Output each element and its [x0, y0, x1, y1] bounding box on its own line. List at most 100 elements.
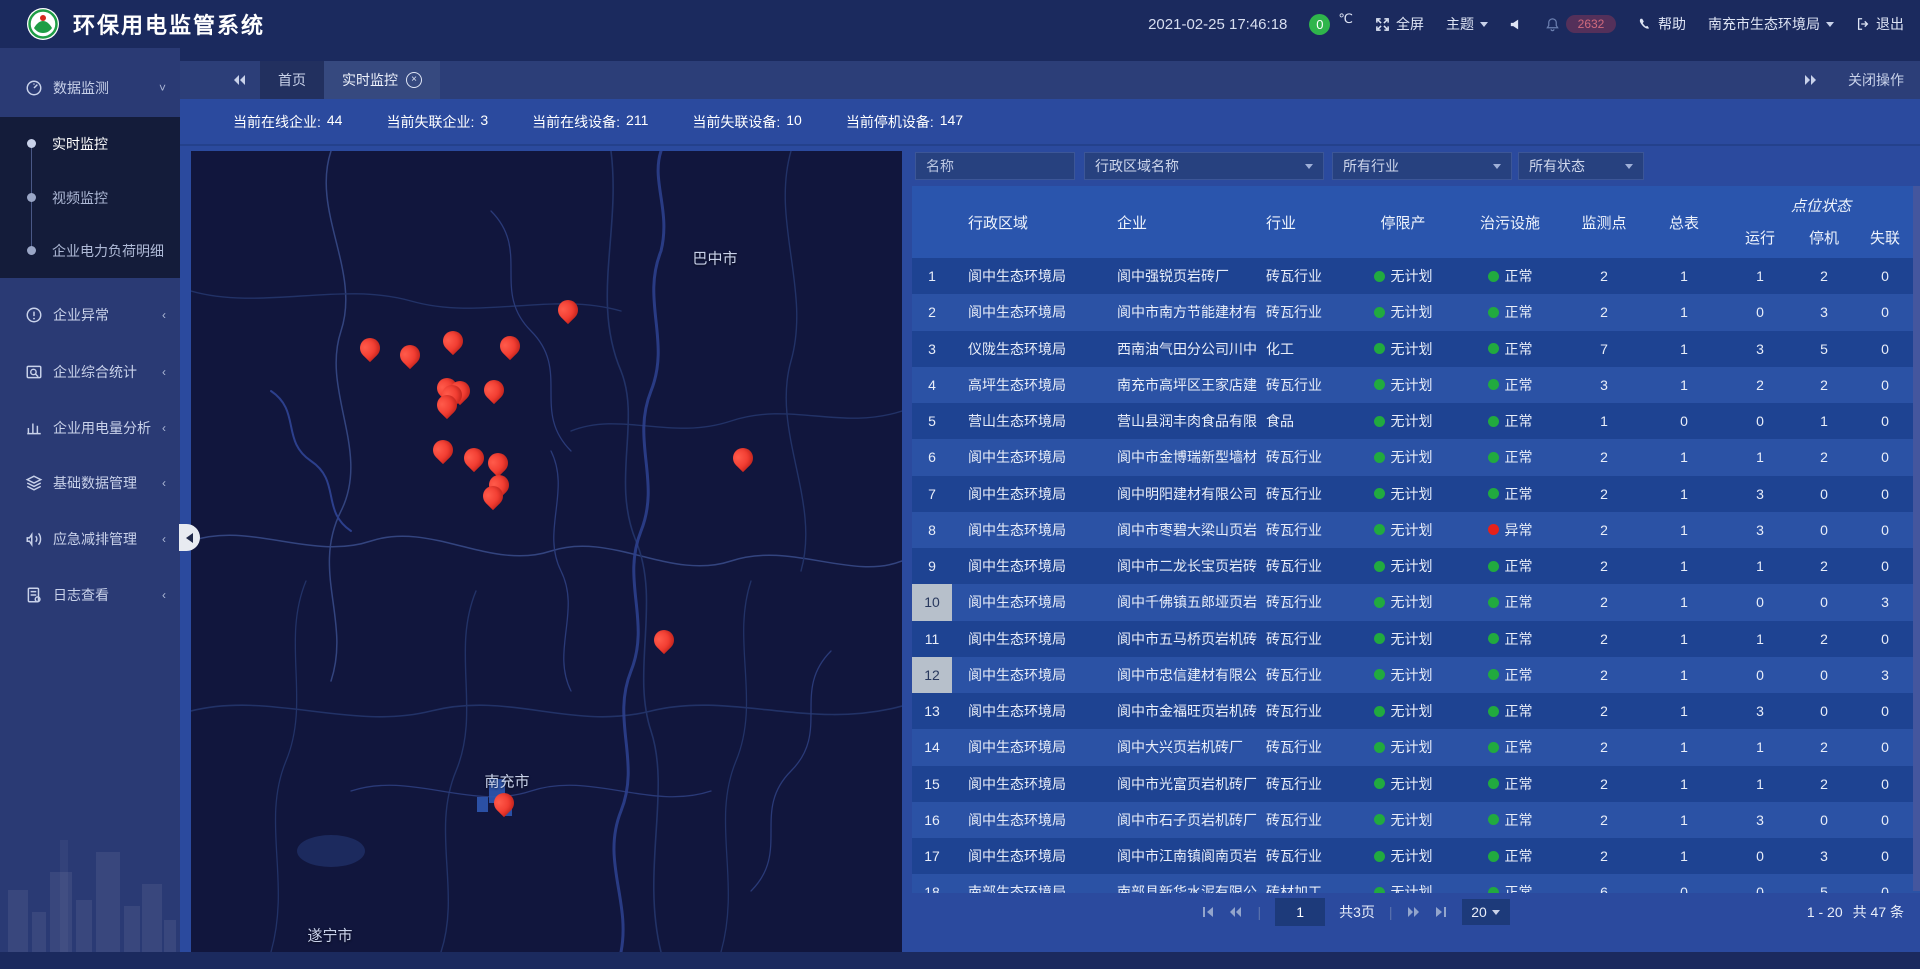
- sidebar-item-company-statistics[interactable]: 企业综合统计 ‹: [0, 346, 180, 398]
- status-text: 无计划: [1391, 411, 1433, 431]
- cell-meters: 1: [1646, 512, 1722, 548]
- cell-halt: 2: [1798, 729, 1850, 765]
- sidebar-item-emergency-reduction[interactable]: 应急减排管理 ‹: [0, 513, 180, 565]
- table-row[interactable]: 15阆中生态环境局阆中市光富页岩机砖厂砖瓦行业无计划正常21120: [912, 766, 1920, 802]
- fullscreen-button[interactable]: 全屏: [1375, 14, 1424, 34]
- right-panel: 行政区域名称 所有行业 所有状态 行政区域 企业: [912, 146, 1920, 952]
- status-select[interactable]: 所有状态: [1518, 152, 1644, 180]
- cell-halt: 2: [1798, 621, 1850, 657]
- cell-lost: 0: [1850, 403, 1920, 439]
- filter-bar: 行政区域名称 所有行业 所有状态: [912, 152, 1920, 180]
- table-row[interactable]: 10阆中生态环境局阆中千佛镇五郎垭页岩砖瓦行业无计划正常21003: [912, 584, 1920, 620]
- status-dot-icon: [1488, 524, 1499, 535]
- cell-lost: 0: [1850, 476, 1920, 512]
- main-area: 首页 实时监控 × 关闭操作 当前在线企业: 44: [180, 48, 1920, 969]
- table-row[interactable]: 6阆中生态环境局阆中市金博瑞新型墙材砖瓦行业无计划正常21120: [912, 439, 1920, 475]
- table-row[interactable]: 2阆中生态环境局阆中市南方节能建材有砖瓦行业无计划正常21030: [912, 294, 1920, 330]
- sidebar-watermark-skyline: [0, 792, 180, 952]
- status-text: 无计划: [1391, 665, 1433, 685]
- table-row[interactable]: 9阆中生态环境局阆中市二龙长宝页岩砖砖瓦行业无计划正常21120: [912, 548, 1920, 584]
- pagination-bar: | 共3页 | 20: [912, 893, 1920, 931]
- cell-n: 11: [912, 621, 952, 657]
- sidebar-item-realtime-monitor[interactable]: 实时监控: [0, 117, 180, 170]
- cell-run: 1: [1722, 766, 1798, 802]
- notifications-button[interactable]: 2632: [1545, 15, 1616, 33]
- column-stopped: 停机: [1798, 226, 1850, 248]
- cell-run: 1: [1722, 258, 1798, 294]
- cell-meters: 1: [1646, 258, 1722, 294]
- table-row[interactable]: 11阆中生态环境局阆中市五马桥页岩机砖砖瓦行业无计划正常21120: [912, 621, 1920, 657]
- page-size-select[interactable]: 20: [1462, 899, 1510, 925]
- page-input[interactable]: [1275, 898, 1325, 926]
- status-text: 正常: [1505, 302, 1533, 322]
- first-page-button[interactable]: [1202, 906, 1215, 918]
- table-row[interactable]: 16阆中生态环境局阆中市石子页岩机砖厂砖瓦行业无计划正常21300: [912, 802, 1920, 838]
- table-row[interactable]: 13阆中生态环境局阆中市金福旺页岩机砖砖瓦行业无计划正常21300: [912, 693, 1920, 729]
- next-page-button[interactable]: [1407, 906, 1421, 918]
- tab-close-icon[interactable]: ×: [406, 72, 422, 88]
- status-dot-icon: [1374, 742, 1385, 753]
- search-report-icon: [24, 363, 44, 381]
- table-row[interactable]: 3仪陇生态环境局西南油气田分公司川中化工无计划正常71350: [912, 331, 1920, 367]
- cell-stop: 无计划: [1348, 584, 1458, 620]
- cell-run: 2: [1722, 367, 1798, 403]
- industry-select[interactable]: 所有行业: [1332, 152, 1512, 180]
- status-dot-icon: [1488, 307, 1499, 318]
- last-page-button[interactable]: [1435, 906, 1448, 918]
- status-dot-icon: [1488, 452, 1499, 463]
- chevron-down-icon: [1492, 910, 1500, 915]
- sidebar-item-data-monitor[interactable]: 数据监测 ˅: [0, 62, 180, 114]
- cell-industry: 砖瓦行业: [1260, 367, 1348, 403]
- cell-n: 1: [912, 258, 952, 294]
- logout-button[interactable]: 退出: [1856, 14, 1904, 34]
- cell-industry: 砖瓦行业: [1260, 548, 1348, 584]
- table-row[interactable]: 8阆中生态环境局阆中市枣碧大梁山页岩砖瓦行业无计划异常21300: [912, 512, 1920, 548]
- sidebar-item-power-analysis[interactable]: 企业用电量分析 ‹: [0, 402, 180, 454]
- tabs-scroll-left-button[interactable]: [233, 61, 247, 99]
- cell-points: 3: [1562, 367, 1646, 403]
- prev-page-button[interactable]: [1229, 906, 1243, 918]
- sidebar-item-log-view[interactable]: 日志查看 ‹: [0, 569, 180, 621]
- theme-dropdown[interactable]: 主题: [1446, 14, 1488, 34]
- cell-region: 阆中生态环境局: [952, 766, 1105, 802]
- cell-halt: 1: [1798, 403, 1850, 439]
- cell-meters: 1: [1646, 294, 1722, 330]
- tab-realtime-monitor[interactable]: 实时监控 ×: [324, 61, 440, 99]
- status-text: 无计划: [1391, 484, 1433, 504]
- cell-company: 西南油气田分公司川中: [1105, 331, 1260, 367]
- map[interactable]: 巴中市南充市遂宁市: [191, 151, 902, 952]
- tab-bar-right: 关闭操作: [1804, 61, 1920, 99]
- cell-industry: 砖瓦行业: [1260, 512, 1348, 548]
- help-button[interactable]: 帮助: [1638, 14, 1686, 34]
- region-select[interactable]: 行政区域名称: [1084, 152, 1324, 180]
- tabs-scroll-right-button[interactable]: [1804, 74, 1818, 86]
- close-operations-button[interactable]: 关闭操作: [1848, 70, 1904, 90]
- tab-home[interactable]: 首页: [260, 61, 324, 99]
- status-dot-icon: [1488, 597, 1499, 608]
- table-row[interactable]: 12阆中生态环境局阆中市忠信建材有限公砖瓦行业无计划正常21003: [912, 657, 1920, 693]
- table-row[interactable]: 17阆中生态环境局阆中市江南镇阆南页岩砖瓦行业无计划正常21030: [912, 838, 1920, 874]
- announcement-button[interactable]: [1510, 18, 1523, 31]
- cell-facility: 正常: [1458, 476, 1562, 512]
- sidebar-item-video-monitor[interactable]: 视频监控: [0, 171, 180, 224]
- industry-select-value: 所有行业: [1343, 156, 1399, 176]
- map-city-label: 遂宁市: [307, 925, 352, 946]
- cell-company: 阆中市五马桥页岩机砖: [1105, 621, 1260, 657]
- org-dropdown[interactable]: 南充市生态环境局: [1708, 14, 1834, 34]
- status-text: 正常: [1505, 375, 1533, 395]
- cell-lost: 0: [1850, 439, 1920, 475]
- sidebar-item-company-anomaly[interactable]: 企业异常 ‹: [0, 289, 180, 341]
- table-row[interactable]: 14阆中生态环境局阆中大兴页岩机砖厂砖瓦行业无计划正常21120: [912, 729, 1920, 765]
- status-dot-icon: [1374, 851, 1385, 862]
- scrollbar[interactable]: [1913, 186, 1920, 891]
- table-row[interactable]: 4高坪生态环境局南充市高坪区王家店建砖瓦行业无计划正常31220: [912, 367, 1920, 403]
- sidebar-item-power-load-detail[interactable]: 企业电力负荷明细: [0, 224, 180, 277]
- log-document-icon: [24, 586, 44, 604]
- name-search-input[interactable]: [915, 152, 1075, 180]
- chevron-down-icon: [1826, 22, 1834, 27]
- cell-run: 3: [1722, 331, 1798, 367]
- table-row[interactable]: 1阆中生态环境局阆中强锐页岩砖厂砖瓦行业无计划正常21120: [912, 258, 1920, 294]
- table-row[interactable]: 7阆中生态环境局阆中明阳建材有限公司砖瓦行业无计划正常21300: [912, 476, 1920, 512]
- sidebar-item-base-data[interactable]: 基础数据管理 ‹: [0, 457, 180, 509]
- table-row[interactable]: 5营山生态环境局营山县润丰肉食品有限食品无计划正常10010: [912, 403, 1920, 439]
